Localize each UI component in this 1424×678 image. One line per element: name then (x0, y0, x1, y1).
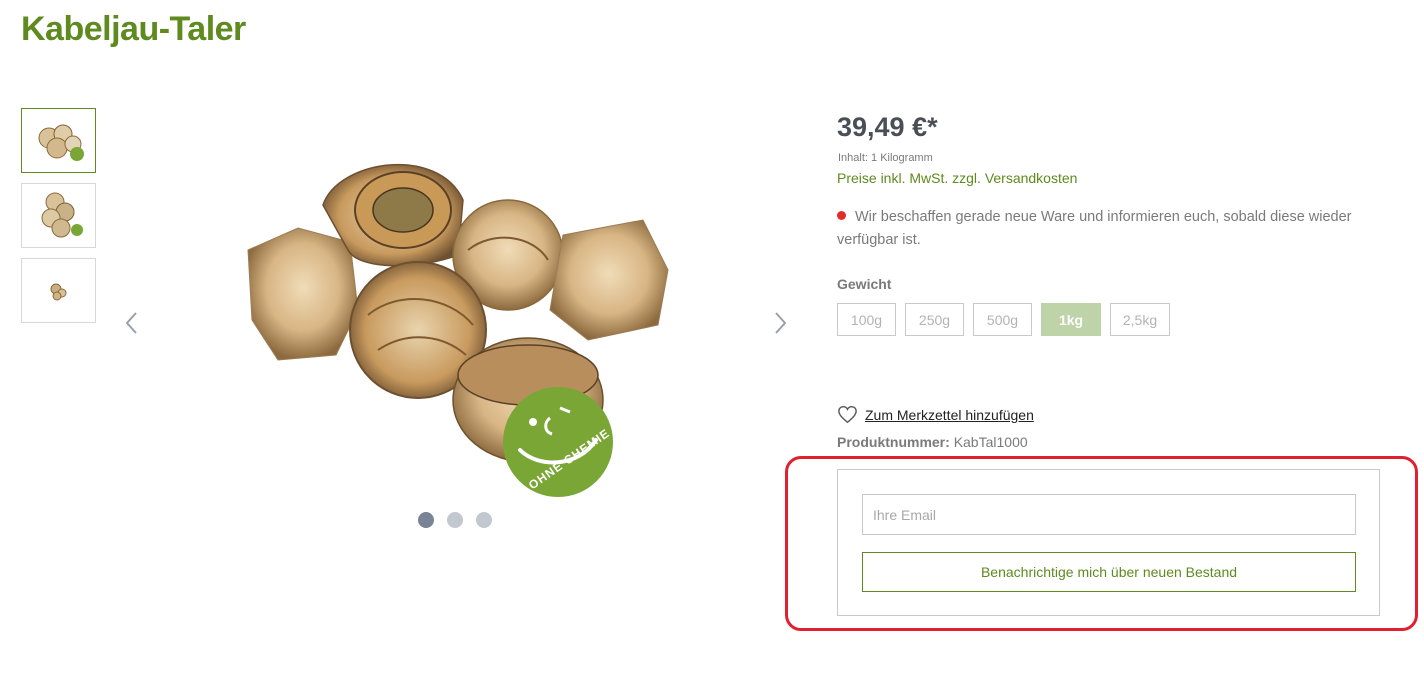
product-number: Produktnummer: KabTal1000 (837, 434, 1028, 450)
product-thumbnail-image (50, 283, 66, 300)
chevron-left-icon (125, 312, 137, 334)
product-price: 39,49 €* (837, 112, 938, 142)
product-number-label: Produktnummer: (837, 434, 950, 450)
stock-status: Wir beschaffen gerade neue Ware und info… (837, 206, 1357, 252)
slider-dot-3[interactable] (476, 512, 492, 528)
stock-status-text: Wir beschaffen gerade neue Ware und info… (837, 209, 1352, 248)
add-to-wishlist-link[interactable]: Zum Merkzettel hinzufügen (837, 405, 1034, 424)
variant-2-5kg[interactable]: 2,5kg (1110, 303, 1170, 336)
wishlist-label: Zum Merkzettel hinzufügen (865, 406, 1034, 423)
variant-1kg[interactable]: 1kg (1041, 303, 1101, 336)
highlight-frame (785, 456, 1418, 631)
slider-next-button[interactable] (765, 308, 795, 338)
slider-dot-1[interactable] (418, 512, 434, 528)
stock-status-dot (837, 211, 846, 220)
thumbnail-2[interactable] (21, 183, 96, 248)
product-thumbnail-image (41, 192, 83, 238)
tax-shipping-link[interactable]: Preise inkl. MwSt. zzgl. Versandkosten (837, 170, 1077, 186)
variant-100g[interactable]: 100g (837, 303, 896, 336)
variant-250g[interactable]: 250g (905, 303, 964, 336)
product-number-value: KabTal1000 (953, 434, 1028, 450)
content-unit: Inhalt: 1 Kilogramm (838, 152, 933, 164)
chevron-right-icon (775, 312, 787, 334)
product-thumbnail-image (38, 124, 84, 161)
variant-500g[interactable]: 500g (973, 303, 1032, 336)
product-main-image (247, 163, 669, 497)
weight-label: Gewicht (837, 276, 892, 292)
weight-variants: 100g 250g 500g 1kg 2,5kg (837, 303, 1170, 336)
thumbnail-3[interactable] (21, 258, 96, 323)
thumbnail-1[interactable] (21, 108, 96, 173)
slider-dots (418, 512, 492, 528)
heart-icon (838, 406, 857, 424)
slider-dot-2[interactable] (447, 512, 463, 528)
product-title: Kabeljau-Taler (21, 10, 246, 48)
slider-prev-button[interactable] (117, 308, 147, 338)
